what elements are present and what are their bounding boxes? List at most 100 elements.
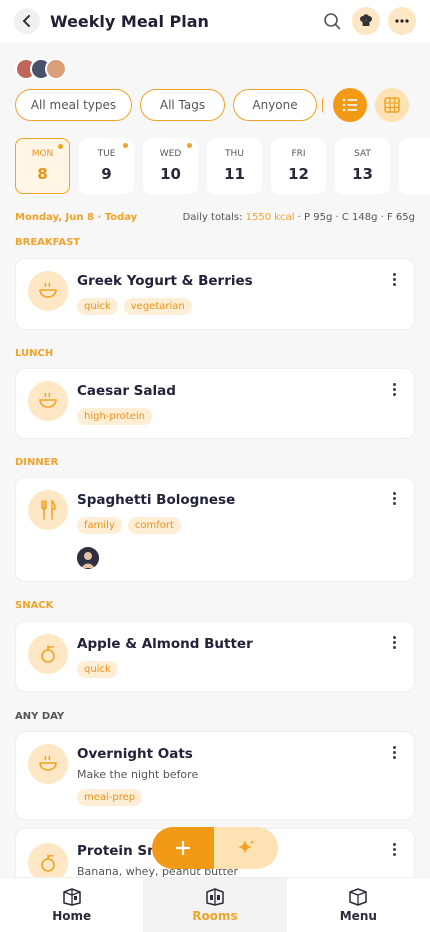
- meal-card-lunch[interactable]: Caesar Salad high-protein: [15, 368, 415, 439]
- day-next-partial[interactable]: [399, 138, 430, 194]
- nav-label: Rooms: [192, 908, 238, 923]
- floating-action-group: [152, 827, 278, 869]
- meal-card-dinner[interactable]: Spaghetti Bolognese family comfort: [15, 477, 415, 582]
- apple-icon: [41, 854, 55, 872]
- menu-cube-icon: [349, 887, 368, 906]
- day-thu[interactable]: THU 11: [207, 138, 262, 194]
- meal-menu-button[interactable]: [386, 636, 402, 652]
- nav-home[interactable]: Home: [0, 878, 143, 932]
- day-number: 8: [37, 165, 48, 183]
- has-meals-indicator: [187, 143, 192, 148]
- search-icon: [324, 13, 341, 30]
- meal-tags: quick vegetarian: [77, 298, 192, 315]
- meal-icon: [28, 744, 68, 784]
- section-lunch: LUNCH: [15, 348, 54, 359]
- day-wed[interactable]: WED 10: [143, 138, 198, 194]
- member-avatars[interactable]: [15, 58, 67, 80]
- assignee-avatar[interactable]: [77, 547, 99, 569]
- meal-icon: [28, 381, 68, 421]
- meal-tags: high-protein: [77, 408, 152, 425]
- person-filter[interactable]: Anyone: [233, 89, 317, 121]
- sparkle-icon: [238, 840, 254, 854]
- day-name: WED: [159, 149, 182, 159]
- chef-button[interactable]: [352, 7, 380, 35]
- top-bar: Weekly Meal Plan: [0, 0, 430, 42]
- back-button[interactable]: [14, 8, 40, 34]
- nav-label: Home: [52, 908, 92, 923]
- meal-card-anyday[interactable]: Overnight Oats Make the night before mea…: [15, 731, 415, 820]
- tag: meal-prep: [77, 789, 143, 806]
- selected-day-label: Monday, Jun 8 · Today: [15, 212, 138, 223]
- list-view-button[interactable]: [333, 88, 367, 122]
- nav-rooms[interactable]: Rooms: [143, 878, 287, 932]
- meal-icon: [28, 490, 68, 530]
- grid-view-button[interactable]: [375, 88, 409, 122]
- totals-label: Daily totals:: [182, 212, 246, 223]
- meal-menu-button[interactable]: [386, 843, 402, 859]
- bowl-icon: [39, 282, 57, 298]
- nav-label: Menu: [339, 908, 377, 923]
- has-meals-indicator: [58, 144, 63, 149]
- grid-icon: [384, 97, 400, 113]
- bottom-nav: Home Rooms Menu: [0, 877, 430, 932]
- day-name: TUE: [97, 149, 116, 159]
- meal-name: Spaghetti Bolognese: [77, 492, 236, 508]
- meal-type-filter[interactable]: All meal types: [15, 89, 132, 121]
- section-snack: SNACK: [15, 600, 54, 611]
- fork-knife-icon: [41, 500, 56, 520]
- section-any-day: ANY DAY: [15, 711, 65, 722]
- section-dinner: DINNER: [15, 457, 59, 468]
- nav-menu[interactable]: Menu: [287, 878, 430, 932]
- kcal-value: 1550 kcal: [245, 212, 295, 223]
- day-number: 11: [224, 165, 245, 183]
- tag: family: [77, 517, 122, 534]
- day-number: 9: [101, 165, 112, 183]
- ai-suggest-button[interactable]: [214, 827, 278, 869]
- meal-card-breakfast[interactable]: Greek Yogurt & Berries quick vegetarian: [15, 258, 415, 330]
- meal-tags: family comfort: [77, 517, 181, 534]
- day-mon[interactable]: MON 8: [15, 138, 70, 194]
- day-name: MON: [31, 149, 54, 159]
- day-fri[interactable]: FRI 12: [271, 138, 326, 194]
- meal-name: Apple & Almond Butter: [77, 636, 253, 652]
- avatar: [77, 547, 99, 569]
- day-number: 10: [160, 165, 181, 183]
- day-sat[interactable]: SAT 13: [335, 138, 390, 194]
- chef-hat-icon: [360, 14, 372, 26]
- rooms-icon: [206, 887, 224, 906]
- meal-menu-button[interactable]: [386, 383, 402, 399]
- home-icon: [62, 887, 81, 906]
- meal-card-snack[interactable]: Apple & Almond Butter quick: [15, 621, 415, 692]
- meal-menu-button[interactable]: [386, 492, 402, 508]
- meal-tags: meal-prep: [77, 789, 143, 806]
- meal-name: Overnight Oats: [77, 746, 193, 762]
- meal-menu-button[interactable]: [386, 746, 402, 762]
- meal-name: Caesar Salad: [77, 383, 176, 399]
- section-breakfast: BREAKFAST: [15, 237, 81, 248]
- day-number: 13: [352, 165, 373, 183]
- list-icon: [342, 98, 357, 112]
- tag: high-protein: [77, 408, 152, 425]
- meal-icon: [28, 634, 68, 674]
- day-selector: MON 8 TUE 9 WED 10 THU 11 FRI 12 SAT 13: [15, 138, 430, 194]
- add-meal-button[interactable]: [152, 827, 214, 869]
- meal-name: Greek Yogurt & Berries: [77, 273, 253, 289]
- macros-value: · P 95g · C 148g · F 65g: [294, 212, 415, 223]
- avatar: [45, 58, 67, 80]
- tag: comfort: [127, 517, 181, 534]
- meal-menu-button[interactable]: [386, 273, 402, 289]
- day-tue[interactable]: TUE 9: [79, 138, 134, 194]
- tags-filter[interactable]: All Tags: [140, 89, 225, 121]
- tag: vegetarian: [123, 298, 192, 315]
- daily-totals: Daily totals: 1550 kcal · P 95g · C 148g…: [183, 212, 415, 223]
- page-title: Weekly Meal Plan: [50, 11, 209, 31]
- more-options-button[interactable]: [388, 7, 416, 35]
- meal-icon: [28, 271, 68, 311]
- filter-bar: All meal types All Tags Anyone: [15, 88, 409, 122]
- apple-icon: [41, 645, 55, 663]
- search-button[interactable]: [320, 9, 344, 33]
- day-number: 12: [288, 165, 309, 183]
- chevron-left-icon: [22, 15, 30, 27]
- day-name: SAT: [354, 149, 371, 159]
- day-name: THU: [225, 149, 244, 159]
